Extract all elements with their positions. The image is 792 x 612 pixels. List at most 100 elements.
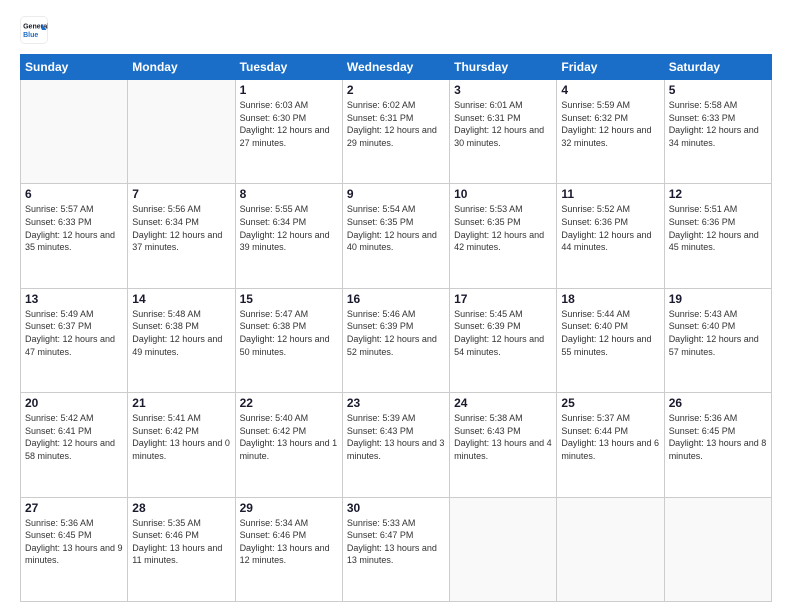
logo-icon: General Blue	[20, 16, 48, 44]
day-info: Sunrise: 5:44 AM Sunset: 6:40 PM Dayligh…	[561, 308, 659, 358]
day-number: 5	[669, 83, 767, 97]
calendar-cell: 10 Sunrise: 5:53 AM Sunset: 6:35 PM Dayli…	[450, 184, 557, 288]
calendar-cell	[557, 497, 664, 601]
calendar-cell: 21 Sunrise: 5:41 AM Sunset: 6:42 PM Dayli…	[128, 393, 235, 497]
calendar-cell: 26 Sunrise: 5:36 AM Sunset: 6:45 PM Dayli…	[664, 393, 771, 497]
day-info: Sunrise: 5:41 AM Sunset: 6:42 PM Dayligh…	[132, 412, 230, 462]
calendar-cell: 15 Sunrise: 5:47 AM Sunset: 6:38 PM Dayli…	[235, 288, 342, 392]
calendar-week-row: 13 Sunrise: 5:49 AM Sunset: 6:37 PM Dayli…	[21, 288, 772, 392]
day-number: 3	[454, 83, 552, 97]
calendar-cell: 17 Sunrise: 5:45 AM Sunset: 6:39 PM Dayli…	[450, 288, 557, 392]
day-number: 11	[561, 187, 659, 201]
calendar-table: SundayMondayTuesdayWednesdayThursdayFrid…	[20, 54, 772, 602]
calendar-cell: 22Sunrise: 5:40 AM Sunset: 6:42 PM Dayli…	[235, 393, 342, 497]
calendar-cell: 20 Sunrise: 5:42 AM Sunset: 6:41 PM Dayli…	[21, 393, 128, 497]
day-number: 29	[240, 501, 338, 515]
day-number: 28	[132, 501, 230, 515]
calendar-cell	[21, 80, 128, 184]
calendar-cell: 16 Sunrise: 5:46 AM Sunset: 6:39 PM Dayli…	[342, 288, 449, 392]
day-number: 24	[454, 396, 552, 410]
day-info: Sunrise: 5:56 AM Sunset: 6:34 PM Dayligh…	[132, 203, 230, 253]
calendar-cell: 23 Sunrise: 5:39 AM Sunset: 6:43 PM Dayli…	[342, 393, 449, 497]
day-number: 17	[454, 292, 552, 306]
day-info: Sunrise: 5:36 AM Sunset: 6:45 PM Dayligh…	[669, 412, 767, 462]
day-info: Sunrise: 5:33 AM Sunset: 6:47 PM Dayligh…	[347, 517, 445, 567]
calendar-week-row: 27 Sunrise: 5:36 AM Sunset: 6:45 PM Dayli…	[21, 497, 772, 601]
day-number: 26	[669, 396, 767, 410]
calendar-week-row: 20 Sunrise: 5:42 AM Sunset: 6:41 PM Dayli…	[21, 393, 772, 497]
day-info: Sunrise: 5:35 AM Sunset: 6:46 PM Dayligh…	[132, 517, 230, 567]
day-number: 19	[669, 292, 767, 306]
calendar-cell: 29Sunrise: 5:34 AM Sunset: 6:46 PM Dayli…	[235, 497, 342, 601]
calendar-cell	[450, 497, 557, 601]
weekday-header-monday: Monday	[128, 55, 235, 80]
day-number: 2	[347, 83, 445, 97]
day-number: 9	[347, 187, 445, 201]
calendar-cell: 18 Sunrise: 5:44 AM Sunset: 6:40 PM Dayli…	[557, 288, 664, 392]
calendar-cell: 1Sunrise: 6:03 AM Sunset: 6:30 PM Daylig…	[235, 80, 342, 184]
day-info: Sunrise: 5:47 AM Sunset: 6:38 PM Dayligh…	[240, 308, 338, 358]
day-number: 12	[669, 187, 767, 201]
day-number: 13	[25, 292, 123, 306]
calendar-cell: 14Sunrise: 5:48 AM Sunset: 6:38 PM Dayli…	[128, 288, 235, 392]
calendar-cell: 12 Sunrise: 5:51 AM Sunset: 6:36 PM Dayli…	[664, 184, 771, 288]
day-number: 15	[240, 292, 338, 306]
calendar-cell: 28 Sunrise: 5:35 AM Sunset: 6:46 PM Dayli…	[128, 497, 235, 601]
calendar-cell	[664, 497, 771, 601]
day-number: 1	[240, 83, 338, 97]
calendar-cell: 8Sunrise: 5:55 AM Sunset: 6:34 PM Daylig…	[235, 184, 342, 288]
weekday-header-sunday: Sunday	[21, 55, 128, 80]
day-info: Sunrise: 6:01 AM Sunset: 6:31 PM Dayligh…	[454, 99, 552, 149]
calendar-cell: 19Sunrise: 5:43 AM Sunset: 6:40 PM Dayli…	[664, 288, 771, 392]
day-number: 27	[25, 501, 123, 515]
weekday-header-tuesday: Tuesday	[235, 55, 342, 80]
weekday-header-row: SundayMondayTuesdayWednesdayThursdayFrid…	[21, 55, 772, 80]
day-info: Sunrise: 5:42 AM Sunset: 6:41 PM Dayligh…	[25, 412, 123, 462]
day-info: Sunrise: 5:53 AM Sunset: 6:35 PM Dayligh…	[454, 203, 552, 253]
day-number: 7	[132, 187, 230, 201]
day-info: Sunrise: 5:45 AM Sunset: 6:39 PM Dayligh…	[454, 308, 552, 358]
day-info: Sunrise: 5:36 AM Sunset: 6:45 PM Dayligh…	[25, 517, 123, 567]
day-number: 16	[347, 292, 445, 306]
day-number: 21	[132, 396, 230, 410]
day-info: Sunrise: 5:54 AM Sunset: 6:35 PM Dayligh…	[347, 203, 445, 253]
calendar-cell: 3 Sunrise: 6:01 AM Sunset: 6:31 PM Daylig…	[450, 80, 557, 184]
day-info: Sunrise: 5:37 AM Sunset: 6:44 PM Dayligh…	[561, 412, 659, 462]
day-number: 10	[454, 187, 552, 201]
calendar-week-row: 6 Sunrise: 5:57 AM Sunset: 6:33 PM Daylig…	[21, 184, 772, 288]
day-info: Sunrise: 5:52 AM Sunset: 6:36 PM Dayligh…	[561, 203, 659, 253]
weekday-header-saturday: Saturday	[664, 55, 771, 80]
calendar-cell	[128, 80, 235, 184]
calendar-cell: 27 Sunrise: 5:36 AM Sunset: 6:45 PM Dayli…	[21, 497, 128, 601]
day-info: Sunrise: 5:57 AM Sunset: 6:33 PM Dayligh…	[25, 203, 123, 253]
page: General Blue SundayMondayTuesdayWednesda…	[0, 0, 792, 612]
day-info: Sunrise: 5:39 AM Sunset: 6:43 PM Dayligh…	[347, 412, 445, 462]
svg-text:Blue: Blue	[23, 32, 38, 39]
calendar-cell: 2 Sunrise: 6:02 AM Sunset: 6:31 PM Daylig…	[342, 80, 449, 184]
day-info: Sunrise: 5:51 AM Sunset: 6:36 PM Dayligh…	[669, 203, 767, 253]
day-number: 23	[347, 396, 445, 410]
calendar-cell: 11 Sunrise: 5:52 AM Sunset: 6:36 PM Dayli…	[557, 184, 664, 288]
day-info: Sunrise: 5:38 AM Sunset: 6:43 PM Dayligh…	[454, 412, 552, 462]
day-number: 6	[25, 187, 123, 201]
weekday-header-friday: Friday	[557, 55, 664, 80]
day-number: 8	[240, 187, 338, 201]
day-info: Sunrise: 5:59 AM Sunset: 6:32 PM Dayligh…	[561, 99, 659, 149]
day-info: Sunrise: 5:49 AM Sunset: 6:37 PM Dayligh…	[25, 308, 123, 358]
day-info: Sunrise: 5:58 AM Sunset: 6:33 PM Dayligh…	[669, 99, 767, 149]
calendar-cell: 24 Sunrise: 5:38 AM Sunset: 6:43 PM Dayli…	[450, 393, 557, 497]
day-number: 4	[561, 83, 659, 97]
day-number: 30	[347, 501, 445, 515]
day-info: Sunrise: 5:46 AM Sunset: 6:39 PM Dayligh…	[347, 308, 445, 358]
day-number: 20	[25, 396, 123, 410]
calendar-cell: 13 Sunrise: 5:49 AM Sunset: 6:37 PM Dayli…	[21, 288, 128, 392]
weekday-header-thursday: Thursday	[450, 55, 557, 80]
weekday-header-wednesday: Wednesday	[342, 55, 449, 80]
calendar-cell: 4 Sunrise: 5:59 AM Sunset: 6:32 PM Daylig…	[557, 80, 664, 184]
calendar-cell: 6 Sunrise: 5:57 AM Sunset: 6:33 PM Daylig…	[21, 184, 128, 288]
day-number: 18	[561, 292, 659, 306]
calendar-cell: 5 Sunrise: 5:58 AM Sunset: 6:33 PM Daylig…	[664, 80, 771, 184]
calendar-week-row: 1Sunrise: 6:03 AM Sunset: 6:30 PM Daylig…	[21, 80, 772, 184]
calendar-cell: 25Sunrise: 5:37 AM Sunset: 6:44 PM Dayli…	[557, 393, 664, 497]
day-info: Sunrise: 6:02 AM Sunset: 6:31 PM Dayligh…	[347, 99, 445, 149]
